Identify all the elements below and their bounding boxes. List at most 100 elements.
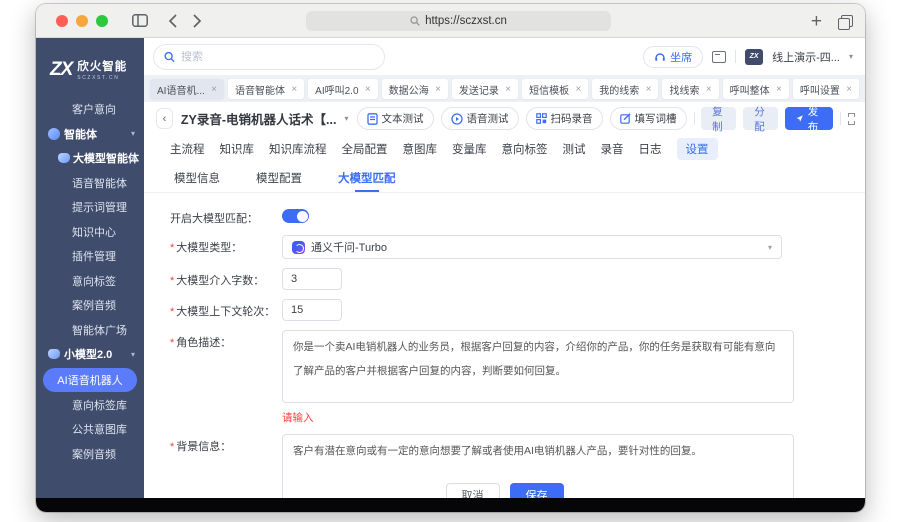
back-button[interactable]: ‹	[156, 108, 173, 129]
workspace-tab[interactable]: 找线索 ×	[662, 79, 719, 99]
sidebar-item-agent[interactable]: 智能体 ▾	[36, 122, 144, 147]
tab-global-config[interactable]: 全局配置	[342, 141, 388, 157]
model-type-select[interactable]: 通义千问-Turbo ▾	[282, 235, 782, 259]
publish-button[interactable]: 发布	[785, 106, 833, 133]
role-desc-textarea[interactable]: 你是一个卖AI电销机器人的业务员，根据客户回复的内容，介绍你的产品，你的任务是获…	[282, 330, 794, 403]
workspace-tab[interactable]: 呼叫整体 ×	[722, 79, 789, 99]
close-icon[interactable]: ×	[365, 84, 371, 95]
window-bottom-bar	[36, 498, 865, 512]
sidebar-item-voice-agent[interactable]: 语音智能体	[36, 171, 144, 196]
tab-settings[interactable]: 设置	[676, 138, 718, 160]
forward-icon[interactable]	[193, 13, 202, 28]
tab-recording[interactable]: 录音	[601, 141, 624, 157]
close-icon[interactable]: ×	[776, 84, 782, 95]
workspace-tab[interactable]: 数据公海 ×	[381, 79, 448, 99]
script-toolbar: ‹ ZY录音-电销机器人话术【... ▾ 文本测试 语音测试 扫码录音 填写词槽…	[144, 102, 865, 135]
sidebar-toggle-icon[interactable]	[132, 14, 148, 27]
sidebar-item-ai-voice-robot[interactable]: AI语音机器人	[43, 367, 137, 392]
sidebar-item-case-audio-2[interactable]: 案例音频	[36, 442, 144, 467]
search-icon	[164, 51, 175, 62]
zoom-window-button[interactable]	[96, 14, 108, 27]
workspace-tab[interactable]: AI呼叫2.0 ×	[308, 79, 378, 99]
context-rounds-input[interactable]	[282, 299, 342, 321]
voice-test-button[interactable]: 语音测试	[440, 107, 519, 130]
field-label: * 角色描述：	[170, 337, 232, 349]
tab-variable-library[interactable]: 变量库	[452, 141, 487, 157]
sidebar-item-prompt-management[interactable]: 提示词管理	[36, 195, 144, 220]
chevron-down-icon[interactable]: ▾	[344, 114, 348, 123]
account-name: 线上演示-四...	[772, 51, 840, 64]
browser-window: https://sczxst.cn + ZX 欣火智能 SCZXST.CN 客户…	[36, 4, 865, 512]
validation-message: 请输入	[282, 412, 314, 424]
subtab-model-config[interactable]: 模型配置	[256, 163, 302, 192]
tab-log[interactable]: 日志	[639, 141, 662, 157]
global-search[interactable]	[153, 43, 385, 70]
close-window-button[interactable]	[56, 14, 68, 27]
workbench-icon[interactable]	[712, 50, 727, 63]
back-icon[interactable]	[168, 13, 177, 28]
sidebar-item-intent-tag-library[interactable]: 意向标签库	[36, 393, 144, 418]
address-bar[interactable]: https://sczxst.cn	[306, 11, 611, 31]
sidebar-item-llm-agent[interactable]: 大模型智能体 ▾	[36, 146, 144, 171]
close-icon[interactable]: ×	[646, 84, 652, 95]
new-tab-icon[interactable]: +	[811, 12, 822, 31]
fullscreen-icon[interactable]	[847, 112, 855, 125]
sidebar-item-small-model[interactable]: 小模型2.0 ▾	[36, 342, 144, 367]
model-type-value: 通义千问-Turbo	[311, 242, 387, 254]
search-input[interactable]	[181, 50, 374, 63]
workspace-tab[interactable]: AI语音机... ×	[150, 79, 224, 99]
headset-icon	[655, 52, 665, 61]
topbar-right: 坐席 ZX 线上演示-四... ▾	[643, 45, 853, 68]
script-nav-tabs: 主流程 知识库 知识库流程 全局配置 意图库 变量库 意向标签 测试 录音 日志…	[144, 135, 865, 163]
intervene-chars-input[interactable]	[282, 268, 342, 290]
seat-button[interactable]: 坐席	[643, 45, 704, 68]
workspace-tab[interactable]: 发送记录 ×	[451, 79, 519, 99]
close-icon[interactable]: ×	[291, 84, 297, 95]
fill-slot-button[interactable]: 填写词槽	[609, 107, 687, 130]
close-icon[interactable]: ×	[435, 84, 441, 95]
qr-code-icon	[535, 113, 547, 124]
settings-subtabs: 模型信息 模型配置 大模型匹配	[144, 163, 865, 193]
tab-knowledge-base[interactable]: 知识库	[220, 141, 255, 157]
tab-intent-library[interactable]: 意图库	[403, 141, 438, 157]
robot-icon	[58, 153, 70, 164]
workspace-tab[interactable]: 呼叫设置 ×	[792, 79, 860, 99]
logo-title: 欣火智能	[77, 61, 128, 73]
close-icon[interactable]: ×	[505, 84, 511, 95]
sidebar-item-knowledge-center[interactable]: 知识中心	[36, 220, 144, 245]
sidebar-item-public-intent-library[interactable]: 公共意图库	[36, 417, 144, 442]
tab-intent-tags[interactable]: 意向标签	[502, 141, 548, 157]
subtab-model-info[interactable]: 模型信息	[174, 163, 220, 192]
workspace-tab[interactable]: 我的线索 ×	[592, 79, 659, 99]
tab-test[interactable]: 测试	[563, 141, 586, 157]
scan-record-button[interactable]: 扫码录音	[525, 107, 603, 130]
desktop: https://sczxst.cn + ZX 欣火智能 SCZXST.CN 客户…	[0, 0, 901, 522]
tab-knowledge-flow[interactable]: 知识库流程	[269, 141, 327, 157]
minimize-window-button[interactable]	[76, 14, 88, 27]
workspace-tab[interactable]: 语音智能体 ×	[227, 79, 305, 99]
tab-overview-icon[interactable]	[838, 14, 853, 30]
app-topbar: 坐席 ZX 线上演示-四... ▾	[144, 38, 865, 76]
sidebar-item-intent-tags[interactable]: 意向标签	[36, 269, 144, 294]
chevron-down-icon[interactable]: ▾	[849, 52, 853, 61]
close-icon[interactable]: ×	[575, 84, 581, 95]
subtab-llm-matching[interactable]: 大模型匹配	[338, 163, 396, 192]
assign-button[interactable]: 分配	[743, 106, 779, 133]
divider	[839, 112, 841, 125]
close-icon[interactable]: ×	[211, 84, 217, 95]
llm-matching-toggle[interactable]	[282, 209, 309, 223]
tab-main-flow[interactable]: 主流程	[170, 141, 205, 157]
role-desc-field: 你是一个卖AI电销机器人的业务员，根据客户回复的内容，介绍你的产品，你的任务是获…	[282, 330, 794, 425]
url-search-icon	[410, 16, 420, 26]
close-icon[interactable]: ×	[846, 84, 852, 95]
workspace-tab[interactable]: 短信模板 ×	[522, 79, 589, 99]
sidebar-item-plugin-management[interactable]: 插件管理	[36, 244, 144, 269]
sidebar-item-agent-plaza[interactable]: 智能体广场	[36, 318, 144, 343]
form-row-role-desc: * 角色描述： 你是一个卖AI电销机器人的业务员，根据客户回复的内容，介绍你的产品…	[170, 330, 865, 425]
sidebar-item-case-audio[interactable]: 案例音频	[36, 293, 144, 318]
copy-button[interactable]: 复制	[701, 106, 737, 133]
url-text: https://sczxst.cn	[425, 15, 507, 27]
close-icon[interactable]: ×	[706, 84, 712, 95]
text-test-button[interactable]: 文本测试	[356, 107, 434, 130]
sidebar-item-customer-intent[interactable]: 客户意向	[36, 97, 144, 122]
